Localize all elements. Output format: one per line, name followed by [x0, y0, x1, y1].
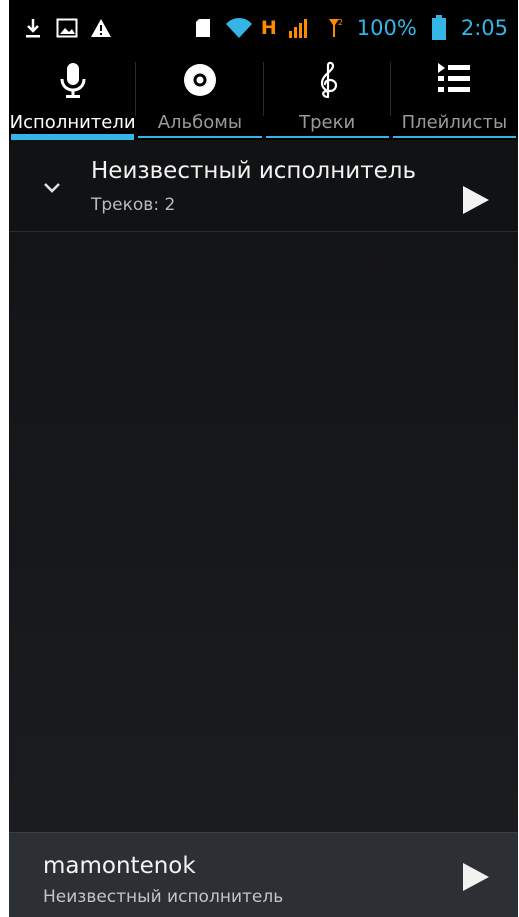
tab-artists[interactable]: Исполнители — [9, 56, 137, 140]
tab-indicator — [265, 136, 389, 138]
chevron-down-icon[interactable] — [41, 176, 63, 198]
svg-text:2: 2 — [338, 18, 343, 27]
download-icon — [19, 14, 47, 42]
treble-clef-icon — [307, 60, 347, 100]
play-icon[interactable] — [459, 861, 491, 893]
tab-indicator — [392, 136, 516, 138]
tab-tracks[interactable]: Треки — [264, 56, 391, 140]
sd-card-icon — [189, 14, 217, 42]
track-count: Треков: 2 — [91, 195, 176, 215]
tab-tracks-label: Треки — [299, 112, 356, 133]
status-bar: H 2 100% 2:05 — [9, 0, 518, 56]
tab-bar: Исполнители Альбомы Треки Плейлисты — [9, 56, 518, 140]
network-type-label: H — [260, 17, 277, 39]
disc-icon — [180, 60, 220, 100]
warning-icon — [87, 14, 115, 42]
artist-list: Неизвестный исполнитель Треков: 2 — [9, 140, 518, 832]
tab-playlists-label: Плейлисты — [401, 112, 508, 133]
phone-screen: H 2 100% 2:05 Исполнители Альбомы Треки … — [9, 0, 518, 917]
tab-indicator — [138, 136, 262, 138]
play-icon[interactable] — [459, 184, 491, 216]
tab-albums[interactable]: Альбомы — [136, 56, 264, 140]
now-playing-title: mamontenok — [43, 853, 196, 879]
signal-icon — [285, 14, 313, 42]
clock: 2:05 — [460, 16, 508, 40]
now-playing-artist: Неизвестный исполнитель — [43, 887, 284, 907]
tab-albums-label: Альбомы — [157, 112, 243, 133]
roaming-icon: 2 — [321, 14, 349, 42]
microphone-icon — [53, 60, 93, 100]
tab-playlists[interactable]: Плейлисты — [391, 56, 518, 140]
tab-artists-label: Исполнители — [9, 112, 136, 133]
battery-icon — [425, 14, 453, 42]
playlist-icon — [434, 60, 474, 100]
now-playing-bar[interactable]: mamontenok Неизвестный исполнитель — [9, 832, 518, 917]
list-item[interactable]: Неизвестный исполнитель Треков: 2 — [9, 140, 518, 232]
artist-name: Неизвестный исполнитель — [91, 158, 417, 184]
wifi-icon — [225, 14, 253, 42]
battery-percent: 100% — [356, 16, 417, 40]
image-icon — [53, 14, 81, 42]
